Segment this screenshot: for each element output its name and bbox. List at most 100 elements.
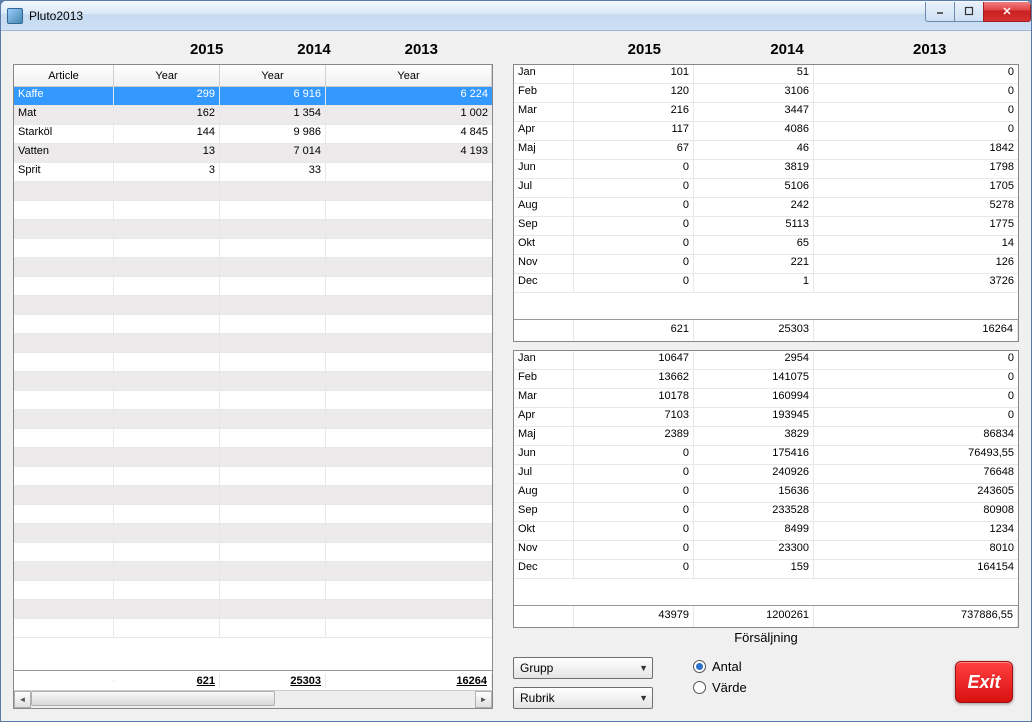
col-year-3[interactable]: Year (326, 65, 492, 86)
radio-antal[interactable]: Antal (693, 659, 747, 674)
article-grid[interactable]: Article Year Year Year Kaffe2996 9166 22… (13, 64, 493, 709)
table-row[interactable]: Feb12031060 (514, 84, 1018, 103)
monthly-value-grid[interactable]: Jan1064729540Feb136621410750Mar101781609… (513, 350, 1019, 628)
table-row[interactable]: Mat1621 3541 002 (14, 106, 492, 125)
cell-2015: 0 (574, 179, 694, 197)
table-row-empty[interactable] (14, 277, 492, 296)
rubrik-combo[interactable]: Rubrik ▼ (513, 687, 653, 709)
table-row[interactable]: Jan1064729540 (514, 351, 1018, 370)
table-row-empty[interactable] (14, 524, 492, 543)
table-row[interactable]: Kaffe2996 9166 224 (14, 87, 492, 106)
table-row-empty[interactable] (14, 448, 492, 467)
table-row[interactable]: Maj67461842 (514, 141, 1018, 160)
cell-article: Starköl (14, 125, 114, 143)
table-row-empty[interactable] (14, 239, 492, 258)
article-grid-footer: 621 25303 16264 (14, 670, 492, 690)
cell-2013: 0 (814, 408, 1018, 426)
left-panel: 2015 2014 2013 Article Year Year Year Ka… (13, 41, 493, 709)
cell-2015: 144 (114, 125, 220, 143)
table-row-empty[interactable] (14, 220, 492, 239)
table-row[interactable]: Feb136621410750 (514, 370, 1018, 389)
table-row[interactable]: Vatten137 0144 193 (14, 144, 492, 163)
table-row[interactable]: Sep023352880908 (514, 503, 1018, 522)
cell-2014: 242 (694, 198, 814, 216)
cell-2013: 0 (814, 65, 1018, 83)
table-row[interactable]: Maj2389382986834 (514, 427, 1018, 446)
cell-month: Dec (514, 274, 574, 292)
cell-2013: 3726 (814, 274, 1018, 292)
table-row[interactable]: Nov0221126 (514, 255, 1018, 274)
table-row-empty[interactable] (14, 505, 492, 524)
table-row-empty[interactable] (14, 296, 492, 315)
table-row-empty[interactable] (14, 581, 492, 600)
combos: Grupp ▼ Rubrik ▼ (513, 657, 653, 709)
table-row-empty[interactable] (14, 486, 492, 505)
title-bar[interactable]: Pluto2013 (1, 1, 1031, 31)
table-row[interactable]: Sep051131775 (514, 217, 1018, 236)
table-row[interactable]: Aug015636243605 (514, 484, 1018, 503)
table-row[interactable]: Jun038191798 (514, 160, 1018, 179)
scroll-left-arrow[interactable]: ◄ (14, 691, 31, 708)
table-row-empty[interactable] (14, 600, 492, 619)
col-year-2[interactable]: Year (220, 65, 326, 86)
scroll-right-arrow[interactable]: ► (475, 691, 492, 708)
table-row-empty[interactable] (14, 391, 492, 410)
table-row[interactable]: Nov0233008010 (514, 541, 1018, 560)
right-grids: Jan101510Feb12031060Mar21634470Apr117408… (513, 64, 1019, 628)
cell-2013: 8010 (814, 541, 1018, 559)
right-year-headers: 2015 2014 2013 (513, 41, 1019, 58)
year-header-2013: 2013 (368, 41, 475, 58)
table-row-empty[interactable] (14, 372, 492, 391)
cell-2015: 0 (574, 560, 694, 578)
article-grid-header[interactable]: Article Year Year Year (14, 65, 492, 87)
cell-2014: 15636 (694, 484, 814, 502)
tc-2014: 25303 (694, 320, 814, 341)
table-row[interactable]: Jul024092676648 (514, 465, 1018, 484)
table-row[interactable]: Jan101510 (514, 65, 1018, 84)
window-buttons (926, 2, 1031, 22)
col-year-1[interactable]: Year (114, 65, 220, 86)
table-row-empty[interactable] (14, 562, 492, 581)
table-row-empty[interactable] (14, 315, 492, 334)
table-row[interactable]: Mar21634470 (514, 103, 1018, 122)
table-row[interactable]: Okt084991234 (514, 522, 1018, 541)
col-article[interactable]: Article (14, 65, 114, 86)
tv-2013: 737886,55 (814, 606, 1018, 627)
table-row[interactable]: Mar101781609940 (514, 389, 1018, 408)
table-row-empty[interactable] (14, 619, 492, 638)
maximize-button[interactable] (954, 2, 984, 22)
cell-2013: 6 224 (326, 87, 492, 105)
exit-button[interactable]: Exit (955, 661, 1013, 703)
table-row-empty[interactable] (14, 182, 492, 201)
table-row[interactable]: Apr11740860 (514, 122, 1018, 141)
table-row-empty[interactable] (14, 410, 492, 429)
monthly-count-grid[interactable]: Jan101510Feb12031060Mar21634470Apr117408… (513, 64, 1019, 342)
table-row[interactable]: Okt06514 (514, 236, 1018, 255)
table-row-empty[interactable] (14, 467, 492, 486)
right-panel: 2015 2014 2013 Jan101510Feb12031060Mar21… (513, 41, 1019, 709)
table-row-empty[interactable] (14, 543, 492, 562)
article-grid-body[interactable]: Kaffe2996 9166 224Mat1621 3541 002Starkö… (14, 87, 492, 670)
grupp-combo[interactable]: Grupp ▼ (513, 657, 653, 679)
minimize-button[interactable] (925, 2, 955, 22)
radio-varde[interactable]: Värde (693, 680, 747, 695)
table-row[interactable]: Dec0159164154 (514, 560, 1018, 579)
table-row[interactable]: Jul051061705 (514, 179, 1018, 198)
cell-2014: 33 (220, 163, 326, 181)
table-row[interactable]: Dec013726 (514, 274, 1018, 293)
table-row[interactable]: Starköl1449 9864 845 (14, 125, 492, 144)
scroll-thumb[interactable] (31, 691, 275, 706)
table-row[interactable]: Sprit333 (14, 163, 492, 182)
table-row-empty[interactable] (14, 258, 492, 277)
table-row[interactable]: Aug02425278 (514, 198, 1018, 217)
table-row-empty[interactable] (14, 429, 492, 448)
table-row-empty[interactable] (14, 201, 492, 220)
close-button[interactable] (983, 2, 1031, 22)
table-row[interactable]: Jun017541676493,55 (514, 446, 1018, 465)
table-row-empty[interactable] (14, 353, 492, 372)
sales-label: Försäljning (513, 630, 1019, 645)
horizontal-scrollbar[interactable]: ◄ ► (14, 690, 492, 708)
table-row-empty[interactable] (14, 334, 492, 353)
table-row[interactable]: Apr71031939450 (514, 408, 1018, 427)
scroll-track[interactable] (31, 691, 475, 708)
